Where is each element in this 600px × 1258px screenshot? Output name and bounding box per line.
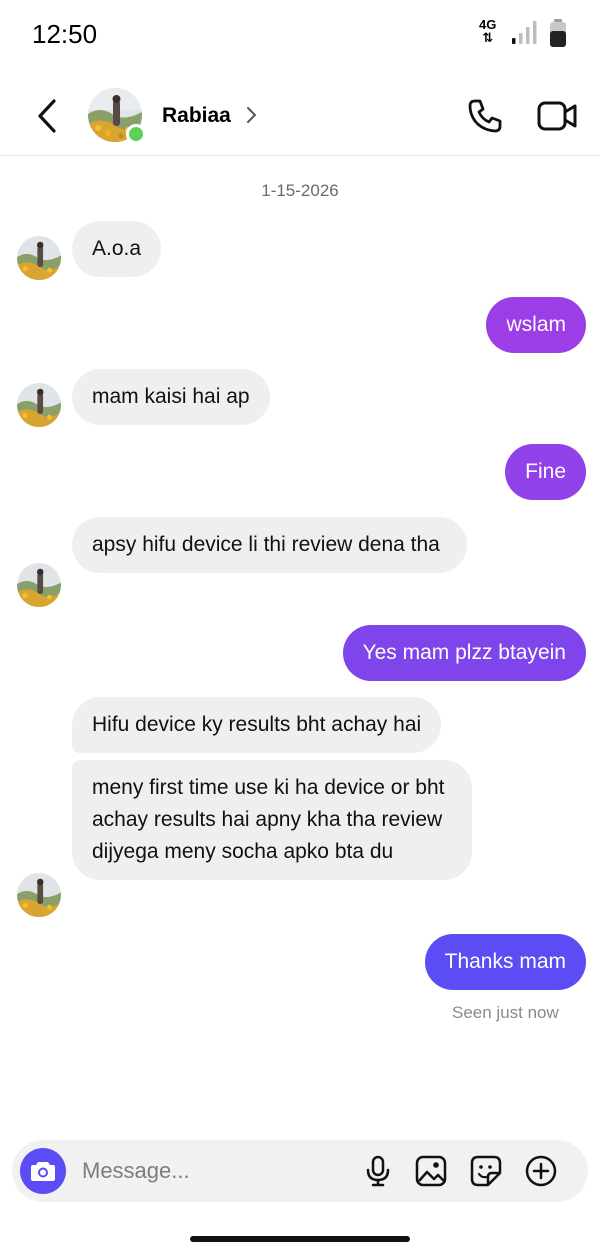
avatar-photo-icon: [17, 383, 61, 427]
home-indicator[interactable]: [190, 1236, 410, 1242]
message-bubble-incoming[interactable]: meny first time use ki ha device or bht …: [72, 760, 472, 880]
date-separator: 1-15-2026: [261, 181, 339, 200]
microphone-icon: [366, 1155, 390, 1187]
message-bubble-outgoing[interactable]: wslam: [486, 297, 586, 353]
sender-avatar[interactable]: [17, 873, 61, 917]
avatar-photo-icon: [17, 236, 61, 280]
sticker-button[interactable]: [469, 1154, 503, 1188]
message-bubble-incoming[interactable]: mam kaisi hai ap: [72, 369, 270, 425]
sender-avatar[interactable]: [17, 236, 61, 280]
contact-name[interactable]: Rabiaa: [162, 104, 231, 128]
add-icon: [525, 1155, 557, 1187]
status-time: 12:50: [32, 19, 98, 49]
add-button[interactable]: [524, 1154, 558, 1188]
sender-avatar[interactable]: [17, 563, 61, 607]
message-composer: [12, 1140, 588, 1202]
video-call-button[interactable]: [536, 98, 578, 134]
signal-icon: [512, 21, 537, 44]
status-bar: 12:50 4G ⇅: [0, 0, 600, 70]
camera-icon: [31, 1162, 55, 1181]
back-button[interactable]: [30, 96, 64, 136]
message-bubble-outgoing[interactable]: Fine: [505, 444, 586, 500]
back-arrow-icon: [38, 99, 56, 133]
camera-button[interactable]: [20, 1148, 66, 1194]
message-bubble-incoming[interactable]: A.o.a: [72, 221, 162, 277]
sender-avatar[interactable]: [17, 383, 61, 427]
online-status-dot: [126, 124, 146, 144]
contact-avatar[interactable]: [88, 88, 146, 144]
avatar-photo-icon: [17, 873, 61, 917]
video-camera-icon: [537, 101, 577, 131]
voice-call-button[interactable]: [466, 97, 504, 135]
data-transfer-icon: ⇅: [482, 30, 494, 45]
battery-icon: [550, 19, 566, 47]
message-bubble-outgoing[interactable]: Thanks mam: [424, 934, 586, 990]
voice-message-button[interactable]: [361, 1154, 395, 1188]
chevron-right-icon[interactable]: [245, 105, 257, 125]
message-bubble-incoming[interactable]: apsy hifu device li thi review dena tha: [72, 517, 467, 573]
gallery-icon: [415, 1155, 447, 1187]
network-indicator: 4G ⇅: [479, 18, 496, 44]
avatar-photo-icon: [17, 563, 61, 607]
chat-header: Rabiaa: [0, 78, 600, 156]
message-bubble-incoming[interactable]: Hifu device ky results bht achay hai: [72, 697, 442, 753]
message-input[interactable]: [82, 1155, 352, 1187]
gallery-button[interactable]: [414, 1154, 448, 1188]
message-bubble-outgoing[interactable]: Yes mam plzz btayein: [342, 625, 586, 681]
sticker-icon: [470, 1155, 502, 1187]
seen-status: Seen just now: [452, 1003, 559, 1022]
phone-icon: [468, 99, 502, 133]
